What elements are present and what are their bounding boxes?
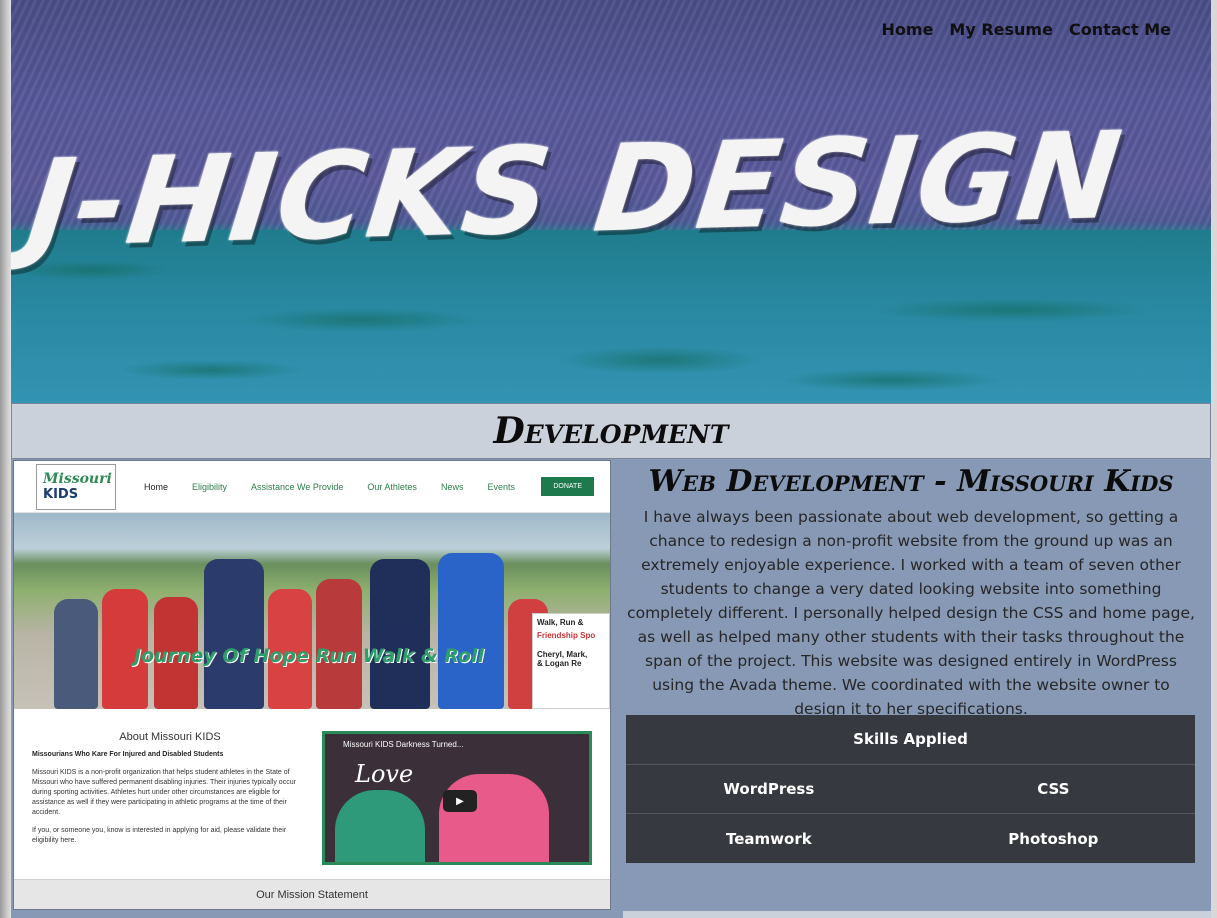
preview-sign-line: & Logan Re: [537, 659, 582, 668]
project-details: Web Development - Missouri Kids I have a…: [623, 460, 1199, 910]
window-frame-right: [1211, 0, 1217, 918]
preview-about-paragraph: If you, or someone you, know is interest…: [32, 827, 287, 844]
preview-nav-item: News: [440, 481, 464, 492]
preview-logo-line1: Missouri: [43, 471, 112, 487]
preview-sign-line: Walk, Run &: [537, 618, 584, 627]
preview-event-sign: Walk, Run & Friendship Spo Cheryl, Mark,…: [532, 613, 610, 709]
project-content: Missouri KIDS Home Eligibility Assistanc…: [11, 460, 1211, 918]
skill-cell: Teamwork: [726, 829, 812, 848]
preview-hero-photo: Journey Of Hope Run Walk & Roll Walk, Ru…: [14, 513, 610, 709]
hero-banner: Home My Resume Contact Me J-HICKS DESIGN: [11, 0, 1211, 403]
preview-about-text: About Missouri KIDS Missourians Who Kare…: [32, 731, 308, 887]
section-title: Development: [493, 410, 729, 452]
preview-about-title: About Missouri KIDS: [119, 731, 221, 743]
preview-mission-bar: Our Mission Statement: [14, 879, 610, 909]
preview-about-paragraph: Missouri KIDS is a non-profit organizati…: [32, 769, 296, 816]
preview-video-overlay: Love: [355, 760, 414, 788]
nav-resume-link[interactable]: My Resume: [949, 20, 1053, 39]
preview-nav-item: Eligibility: [192, 481, 228, 492]
preview-video-embed: Missouri KIDS Darkness Turned... Love ▶: [322, 731, 592, 865]
preview-nav-item: Our Athletes: [367, 481, 417, 492]
preview-logo-line2: KIDS: [43, 487, 79, 502]
preview-video-figure: [439, 774, 549, 862]
next-section-edge: [623, 911, 1211, 918]
preview-logo: Missouri KIDS: [36, 463, 116, 510]
section-header: Development: [11, 403, 1211, 459]
window-frame-left: [0, 0, 11, 918]
preview-nav-item: Assistance We Provide: [251, 481, 344, 492]
preview-nav-item: Home: [144, 481, 169, 492]
project-screenshot: Missouri KIDS Home Eligibility Assistanc…: [13, 460, 611, 910]
preview-nav-links: Home Eligibility Assistance We Provide O…: [144, 482, 541, 492]
preview-about-section: About Missouri KIDS Missourians Who Kare…: [14, 709, 610, 887]
project-description: I have always been passionate about web …: [627, 508, 1195, 718]
preview-donate-button: DONATE: [541, 477, 594, 496]
preview-sign-line: Cheryl, Mark,: [537, 650, 588, 659]
skills-header: Skills Applied: [626, 715, 1195, 765]
skills-table: Skills Applied WordPress CSS Teamwork Ph…: [626, 715, 1195, 863]
preview-nav-item: Events: [487, 481, 515, 492]
skill-cell: WordPress: [626, 764, 912, 815]
nav-contact-link[interactable]: Contact Me: [1069, 20, 1171, 39]
main-nav: Home My Resume Contact Me: [882, 20, 1171, 39]
preview-video-title: Missouri KIDS Darkness Turned...: [343, 740, 464, 749]
preview-about-subtitle: Missourians Who Kare For Injured and Dis…: [32, 751, 224, 758]
skill-cell: CSS: [911, 764, 1195, 815]
skill-cell: Photoshop: [1008, 829, 1099, 848]
preview-sign-line: Friendship Spo: [537, 631, 596, 640]
preview-crowd: [54, 553, 574, 709]
preview-photo-caption: Journey Of Hope Run Walk & Roll: [134, 645, 484, 667]
preview-video-figure: [335, 790, 425, 862]
preview-nav: Missouri KIDS Home Eligibility Assistanc…: [14, 461, 610, 513]
play-icon: ▶: [443, 790, 477, 812]
nav-home-link[interactable]: Home: [882, 20, 934, 39]
project-title: Web Development - Missouri Kids: [648, 464, 1174, 499]
